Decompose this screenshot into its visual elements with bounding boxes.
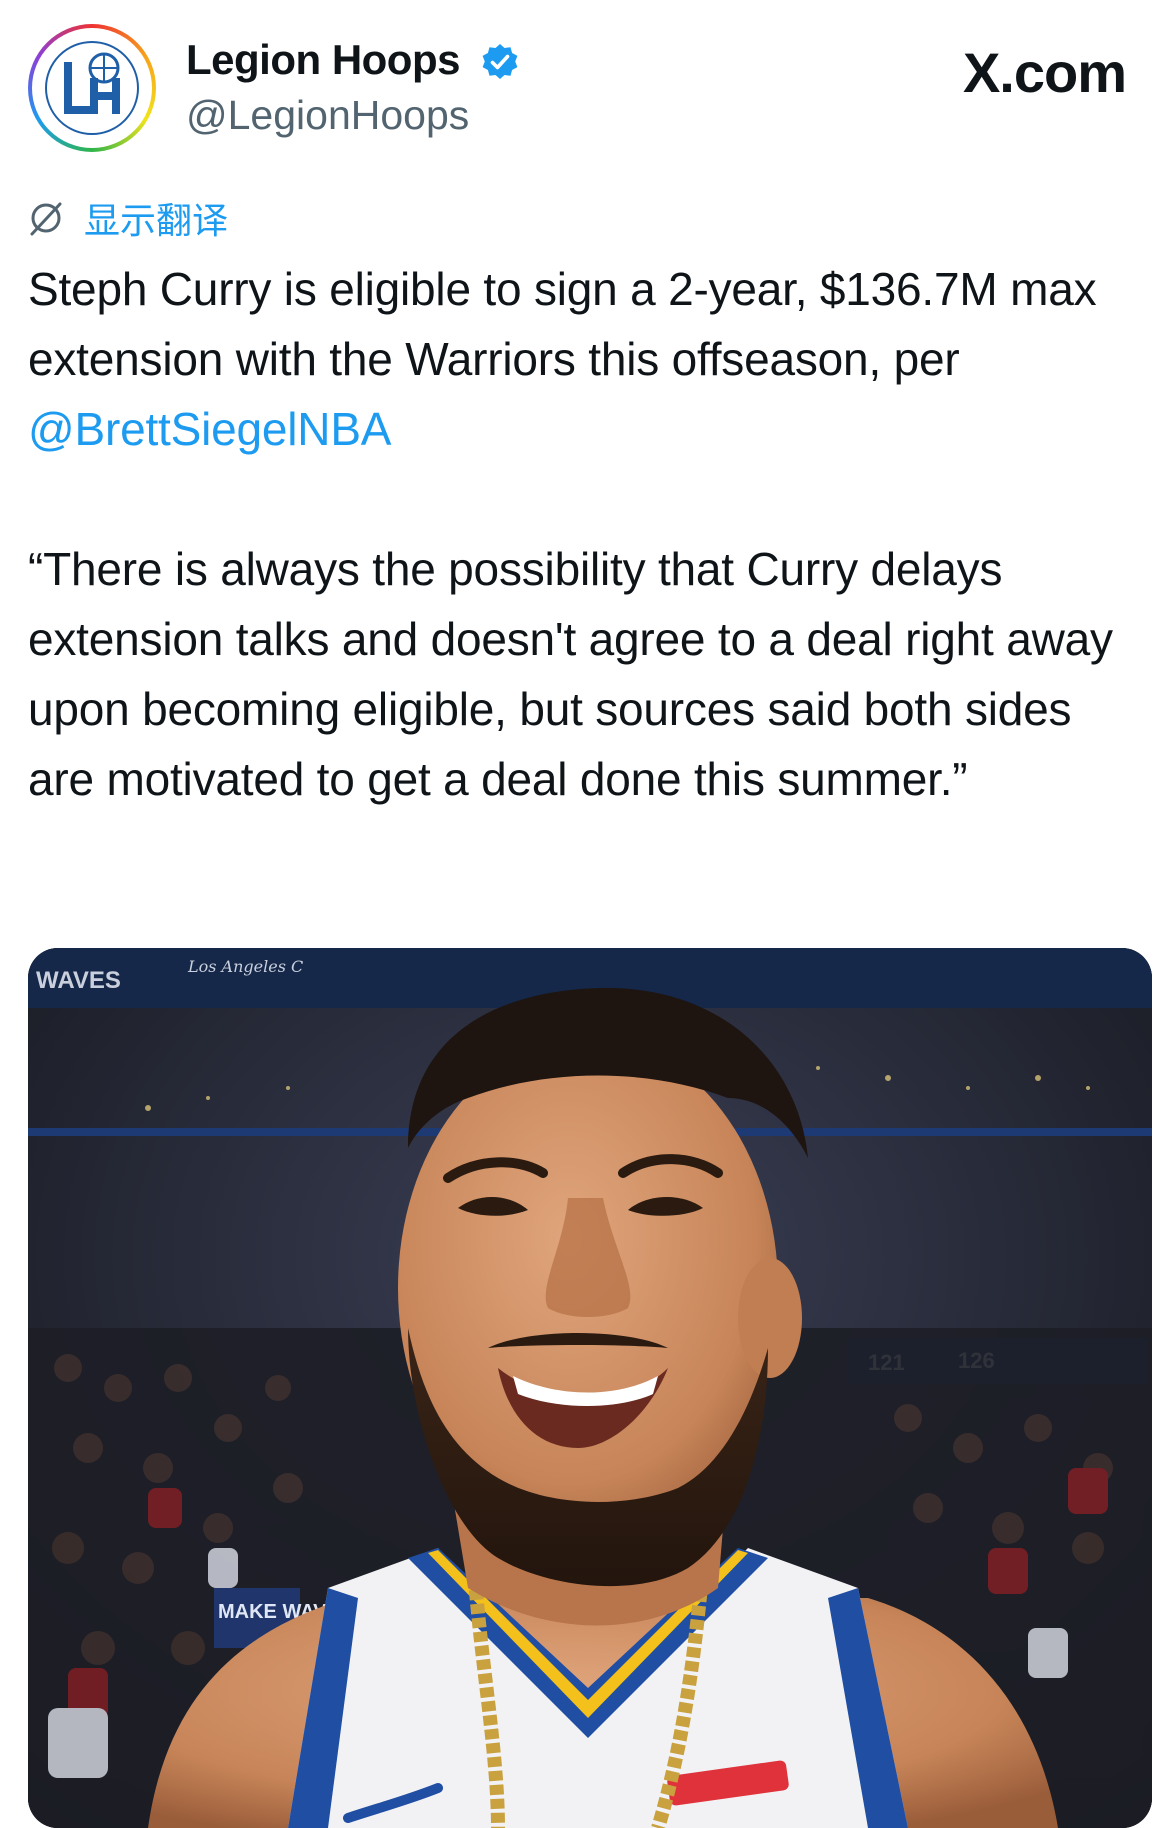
translate-globe-icon xyxy=(30,202,62,236)
brand-label: X.com xyxy=(962,41,1127,104)
tweet-text: Steph Curry is eligible to sign a 2-year… xyxy=(28,254,1138,814)
translate-label: 显示翻译 xyxy=(84,200,229,241)
tweet-paragraph-text: Steph Curry is eligible to sign a 2-year… xyxy=(28,263,1097,385)
verified-badge-icon xyxy=(482,44,518,79)
arena-banner-text: WAVES xyxy=(36,967,121,994)
arena-script-text: Los Angeles C xyxy=(187,957,303,976)
mention-link[interactable]: @BrettSiegelNBA xyxy=(28,403,391,455)
account-handle[interactable]: @LegionHoops xyxy=(186,92,469,139)
avatar[interactable] xyxy=(28,24,156,152)
tweet-photo[interactable]: WAVES Los Angeles C 121 126 xyxy=(28,948,1152,1828)
tweet-header: Legion Hoops @LegionHoops X.com xyxy=(0,0,1158,170)
legion-hoops-logo-icon xyxy=(45,41,139,135)
tweet-quote: “There is always the possibility that Cu… xyxy=(28,543,1113,805)
tweet-paragraph: Steph Curry is eligible to sign a 2-year… xyxy=(28,254,1138,464)
display-name[interactable]: Legion Hoops xyxy=(186,36,460,84)
translate-button[interactable]: 显示翻译 xyxy=(26,196,228,241)
